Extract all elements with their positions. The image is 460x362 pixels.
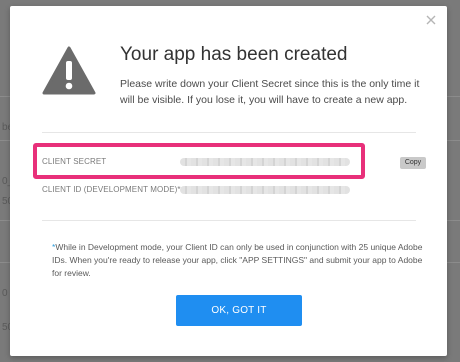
client-secret-highlight — [33, 143, 365, 179]
dialog-title: Your app has been created — [120, 44, 348, 65]
note-text: While in Development mode, your Client I… — [52, 242, 423, 278]
divider — [42, 132, 416, 133]
close-icon[interactable] — [425, 14, 437, 26]
client-id-label: CLIENT ID (DEVELOPMENT MODE)* — [42, 185, 181, 194]
ok-got-it-button[interactable]: OK, GOT IT — [176, 295, 302, 326]
warning-triangle-icon — [42, 46, 96, 95]
development-mode-note: *While in Development mode, your Client … — [52, 241, 432, 280]
client-id-value — [180, 186, 350, 194]
dialog-header: Your app has been created Please write d… — [42, 44, 422, 116]
dialog-message: Please write down your Client Secret sin… — [120, 78, 420, 106]
client-id-row: CLIENT ID (DEVELOPMENT MODE)* — [42, 182, 432, 200]
app-created-dialog: Your app has been created Please write d… — [10, 6, 447, 356]
copy-button[interactable]: Copy — [400, 157, 426, 169]
divider — [42, 220, 416, 221]
background-text: 0 — [2, 288, 8, 299]
